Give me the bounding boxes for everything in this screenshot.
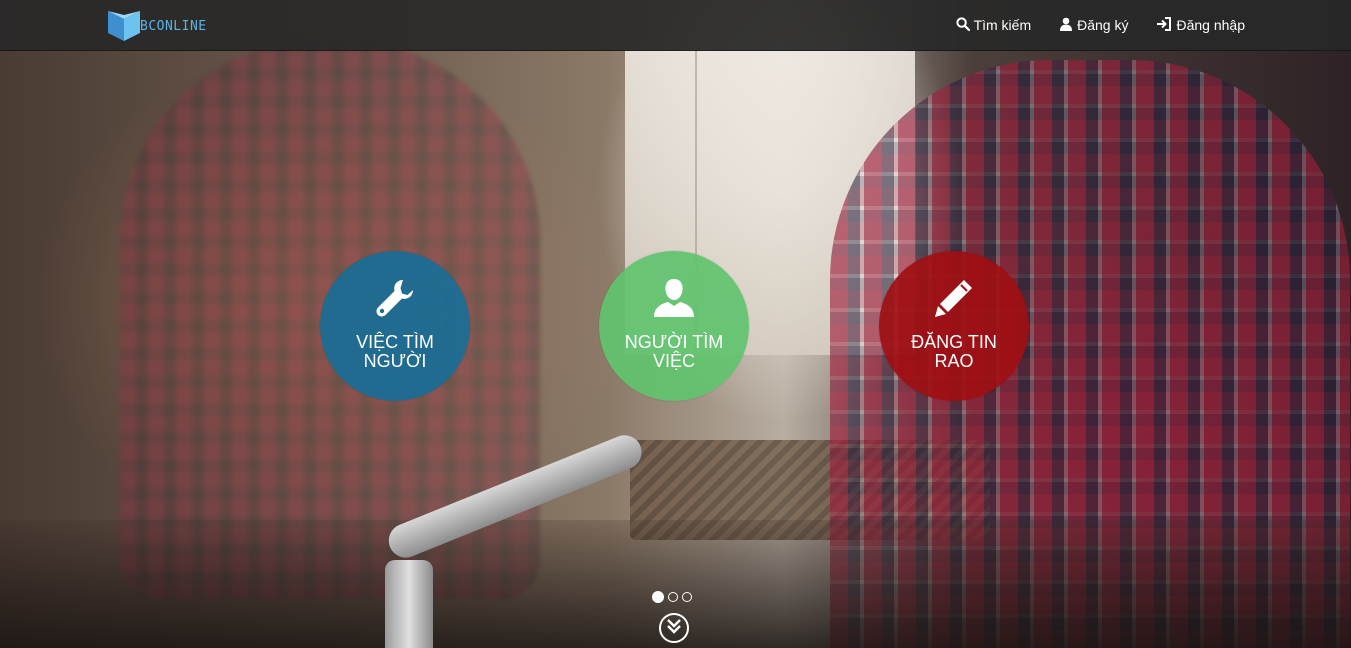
scroll-down-button[interactable] xyxy=(659,613,689,643)
nav-login-link[interactable]: Đăng nhập xyxy=(1156,16,1245,34)
wrench-icon xyxy=(373,276,417,325)
job-seeks-worker-label: VIỆC TÌM NGƯỜI xyxy=(356,331,434,371)
worker-seeks-job-label: NGƯỜI TÌM VIỆC xyxy=(624,331,724,371)
user-icon xyxy=(652,276,696,325)
nav-register-label: Đăng ký xyxy=(1077,17,1129,33)
carousel-indicators xyxy=(652,591,696,603)
worker-seeks-job-button[interactable]: NGƯỜI TÌM VIỆC xyxy=(599,251,749,401)
nav-search-label: Tìm kiếm xyxy=(973,17,1032,33)
nav-login-label: Đăng nhập xyxy=(1176,17,1245,33)
cube-logo-icon xyxy=(106,9,142,43)
brand-link[interactable]: BCONLINE xyxy=(106,9,207,43)
pencil-icon xyxy=(932,276,976,325)
sign-in-icon xyxy=(1156,16,1176,34)
user-icon xyxy=(1059,17,1077,34)
job-seeks-worker-button[interactable]: VIỆC TÌM NGƯỜI xyxy=(320,251,470,401)
hero-faucet-base xyxy=(385,560,433,648)
page: BCONLINE Tìm kiếm Đăng ký Đăng nhập VIỆC… xyxy=(0,0,1351,648)
navbar: BCONLINE Tìm kiếm Đăng ký Đăng nhập xyxy=(0,0,1351,51)
brand-name: BCONLINE xyxy=(140,18,207,34)
carousel-dot-2[interactable] xyxy=(668,592,678,602)
post-ad-button[interactable]: ĐĂNG TIN RAO xyxy=(879,251,1029,401)
carousel-dot-1[interactable] xyxy=(652,591,664,603)
carousel-dot-3[interactable] xyxy=(682,592,692,602)
nav-links: Tìm kiếm Đăng ký Đăng nhập xyxy=(928,0,1245,50)
nav-search-link[interactable]: Tìm kiếm xyxy=(955,16,1032,34)
nav-register-link[interactable]: Đăng ký xyxy=(1059,17,1128,34)
search-icon xyxy=(955,16,974,34)
post-ad-label: ĐĂNG TIN RAO xyxy=(911,331,997,371)
chevron-double-down-icon xyxy=(666,618,682,639)
